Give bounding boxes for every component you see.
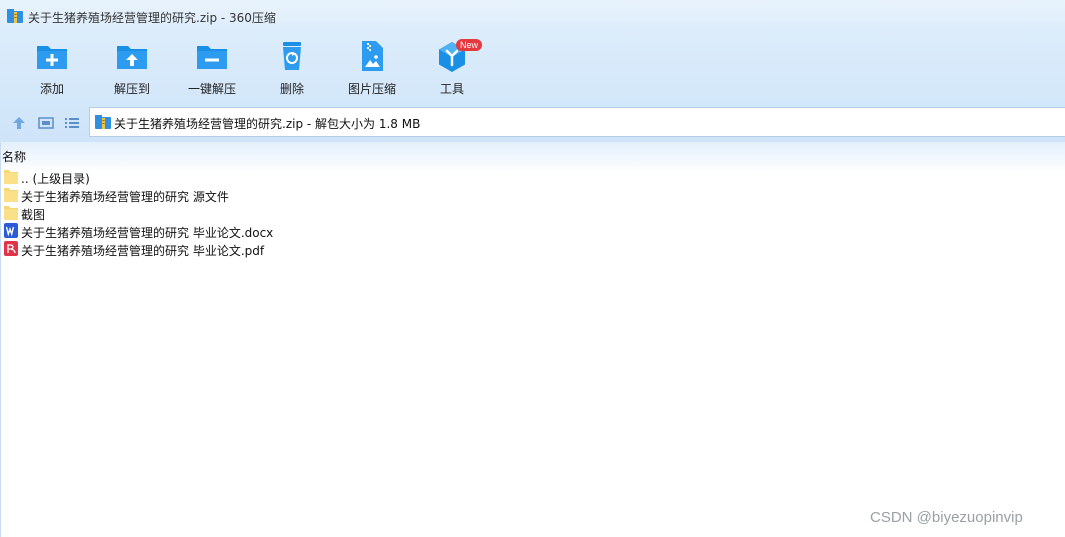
add-label: 添加 [39,82,64,96]
delete-label: 删除 [279,82,304,96]
list-item-name: 关于生猪养殖场经营管理的研究 毕业论文.pdf [21,244,265,258]
list-item[interactable]: 截图 [3,204,603,222]
extract-to-button[interactable]: 解压到 [92,40,172,100]
list-item-name: 截图 [21,208,46,222]
add-button[interactable]: 添加 [12,40,92,100]
list-item-name: 关于生猪养殖场经营管理的研究 毕业论文.docx [21,226,274,240]
column-header-name[interactable]: 名称 [2,148,26,165]
pdf-icon [4,241,18,256]
folder-icon [4,206,18,220]
tools-button[interactable]: New 工具 [412,39,492,100]
window-title: 关于生猪养殖场经营管理的研究.zip - 360压缩 [28,11,276,25]
watermark-text: CSDN @biyezuopinvip [870,509,1023,526]
zip-archive-icon [7,9,23,23]
list-item-name: .. (上级目录) [21,172,90,186]
extract-folder-icon [117,46,147,69]
extract-to-label: 解压到 [113,82,150,96]
image-zip-icon [362,41,383,71]
up-arrow-icon[interactable] [11,115,27,131]
list-item[interactable]: 关于生猪养殖场经营管理的研究 毕业论文.pdf [3,240,603,258]
list-view-icon[interactable] [64,115,80,131]
tools-label: 工具 [439,82,464,96]
path-text: 关于生猪养殖场经营管理的研究.zip - 解包大小为 1.8 MB [114,117,421,131]
add-folder-icon [37,46,67,69]
folder-icon [4,170,18,184]
toolbar: 添加 解压到 一键解压 删除 图片压缩 New 工具 [0,34,1065,104]
title-bar: 关于生猪养殖场经营管理的研究.zip - 360压缩 [0,0,1065,34]
file-list: .. (上级目录) 关于生猪养殖场经营管理的研究 源文件 截图 关于生猪养殖场经… [3,168,603,258]
recycle-bin-icon [283,42,301,70]
list-item-name: 关于生猪养殖场经营管理的研究 源文件 [21,190,229,204]
list-item[interactable]: .. (上级目录) [3,168,603,186]
folder-icon [4,188,18,202]
new-badge: New [456,39,483,51]
path-field[interactable]: 关于生猪养殖场经营管理的研究.zip - 解包大小为 1.8 MB [89,107,1065,137]
one-click-extract-icon [197,46,227,69]
list-item[interactable]: 关于生猪养殖场经营管理的研究 源文件 [3,186,603,204]
address-bar: 关于生猪养殖场经营管理的研究.zip - 解包大小为 1.8 MB [0,104,1065,142]
one-click-extract-button[interactable]: 一键解压 [172,40,252,100]
image-compress-button[interactable]: 图片压缩 [332,40,412,100]
image-compress-label: 图片压缩 [347,82,396,96]
delete-button[interactable]: 删除 [252,40,332,100]
thumbnail-view-icon[interactable] [38,115,54,131]
list-left-border [0,142,1,537]
word-icon [4,223,18,238]
zip-archive-icon [95,115,111,129]
list-item[interactable]: 关于生猪养殖场经营管理的研究 毕业论文.docx [3,222,603,240]
one-click-extract-label: 一键解压 [187,82,236,96]
